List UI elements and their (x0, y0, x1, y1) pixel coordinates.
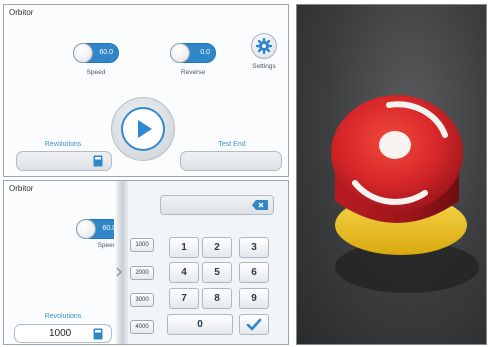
reverse-toggle[interactable]: 0.0 (170, 43, 216, 63)
emergency-stop-button-image (331, 95, 479, 293)
orbitor-keypad-screen: Orbitor 60.0 Speed Revolutions 1000 1000… (3, 180, 289, 345)
calculator-icon[interactable] (93, 155, 103, 167)
key-6[interactable]: 6 (239, 262, 269, 283)
app-title: Orbitor (9, 8, 34, 17)
preset-button[interactable]: 4000 (130, 320, 154, 334)
emergency-stop-photo (296, 4, 487, 345)
toggle-knob[interactable] (73, 43, 93, 63)
key-2[interactable]: 2 (202, 237, 232, 258)
panel-edge (114, 181, 128, 344)
app-title: Orbitor (9, 184, 34, 193)
key-7[interactable]: 7 (169, 288, 199, 309)
backspace-icon[interactable] (252, 200, 268, 210)
reverse-label: Reverse (180, 69, 206, 76)
toggle-knob[interactable] (170, 43, 190, 63)
chevron-right-icon[interactable] (115, 267, 123, 277)
key-1[interactable]: 1 (169, 237, 199, 258)
speed-value: 60.0 (99, 49, 113, 56)
key-8[interactable]: 8 (202, 288, 232, 309)
toggle-knob[interactable] (76, 219, 96, 239)
key-0[interactable]: 0 (167, 314, 233, 335)
revolutions-label: Revolutions (44, 313, 82, 320)
key-9[interactable]: 9 (239, 288, 269, 309)
revolutions-field[interactable]: 1000 (14, 324, 112, 343)
key-5[interactable]: 5 (202, 262, 232, 283)
speed-label: Speed (86, 69, 106, 76)
orbitor-main-screen: Orbitor 60.0 Speed 0.0 Reverse Settings … (3, 4, 289, 177)
keypad-display (160, 195, 274, 215)
play-button-inner[interactable] (121, 107, 165, 151)
preset-button[interactable]: 1000 (130, 238, 154, 252)
gear-icon (255, 37, 273, 55)
key-4[interactable]: 4 (169, 262, 199, 283)
revolutions-label: Revolutions (44, 141, 82, 148)
speed-toggle[interactable]: 60.0 (73, 43, 119, 63)
play-button[interactable] (111, 97, 175, 161)
test-end-label: Test End (218, 141, 246, 148)
test-end-field[interactable] (180, 151, 282, 171)
calculator-icon[interactable] (93, 328, 103, 340)
reverse-value: 0.0 (200, 49, 210, 56)
revolutions-value: 1000 (49, 328, 72, 339)
preset-button[interactable]: 2000 (130, 266, 154, 280)
play-icon (138, 120, 152, 138)
enter-key[interactable] (239, 314, 269, 335)
preset-button[interactable]: 3000 (130, 293, 154, 307)
key-3[interactable]: 3 (239, 237, 269, 258)
settings-label: Settings (252, 63, 276, 70)
settings-button[interactable] (251, 33, 277, 59)
revolutions-field[interactable] (16, 151, 112, 171)
checkmark-icon (246, 318, 262, 331)
